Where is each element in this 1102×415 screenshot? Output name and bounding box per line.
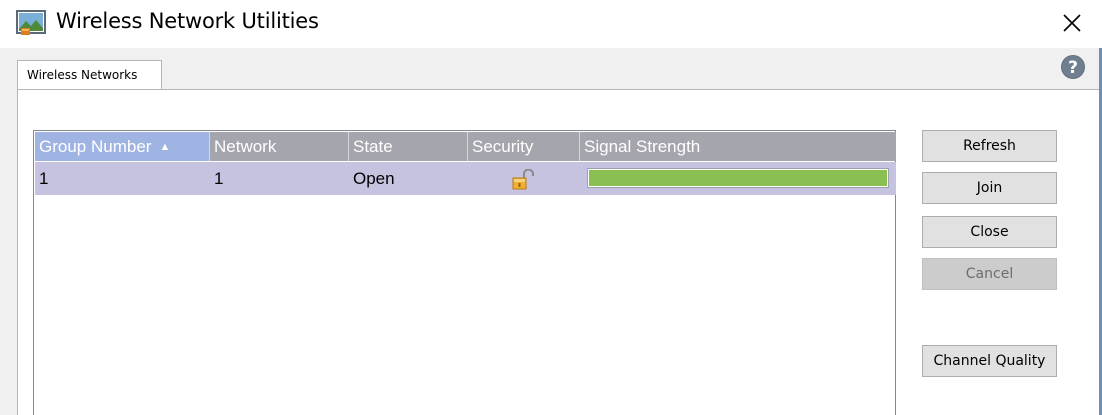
help-icon[interactable]: ? [1060, 54, 1086, 80]
signal-strength-fill [589, 170, 887, 186]
table-row[interactable]: 1 1 Open [35, 162, 896, 195]
close-icon [1063, 14, 1081, 32]
signal-strength-bar [587, 168, 889, 188]
cell-state: Open [353, 169, 395, 188]
open-padlock-icon [512, 169, 534, 190]
sort-ascending-icon: ▲ [159, 141, 171, 153]
join-button[interactable]: Join [922, 172, 1057, 204]
cell-network: 1 [214, 169, 224, 188]
close-button[interactable]: Close [922, 216, 1057, 248]
title-bar: Wireless Network Utilities [0, 0, 1102, 48]
column-header-network[interactable]: Network [210, 132, 349, 161]
tab-wireless-networks[interactable]: Wireless Networks [17, 60, 162, 90]
channel-quality-button[interactable]: Channel Quality [922, 345, 1057, 377]
svg-text:?: ? [1068, 58, 1078, 78]
wireless-utility-app-icon [16, 10, 46, 35]
cancel-button: Cancel [922, 258, 1057, 290]
column-header-security[interactable]: Security [468, 132, 580, 161]
cell-group-number: 1 [39, 169, 49, 188]
refresh-button[interactable]: Refresh [922, 130, 1057, 162]
column-header-group-number[interactable]: Group Number ▲ [35, 132, 210, 161]
column-header-signal-strength[interactable]: Signal Strength [580, 132, 896, 161]
column-header-state[interactable]: State [349, 132, 468, 161]
window-title: Wireless Network Utilities [56, 9, 319, 33]
close-window-button[interactable] [1055, 6, 1089, 40]
networks-table[interactable]: Group Number ▲ Network State Security Sig… [33, 130, 896, 415]
column-label: Group Number [39, 137, 152, 156]
table-header: Group Number ▲ Network State Security Sig… [35, 132, 896, 161]
